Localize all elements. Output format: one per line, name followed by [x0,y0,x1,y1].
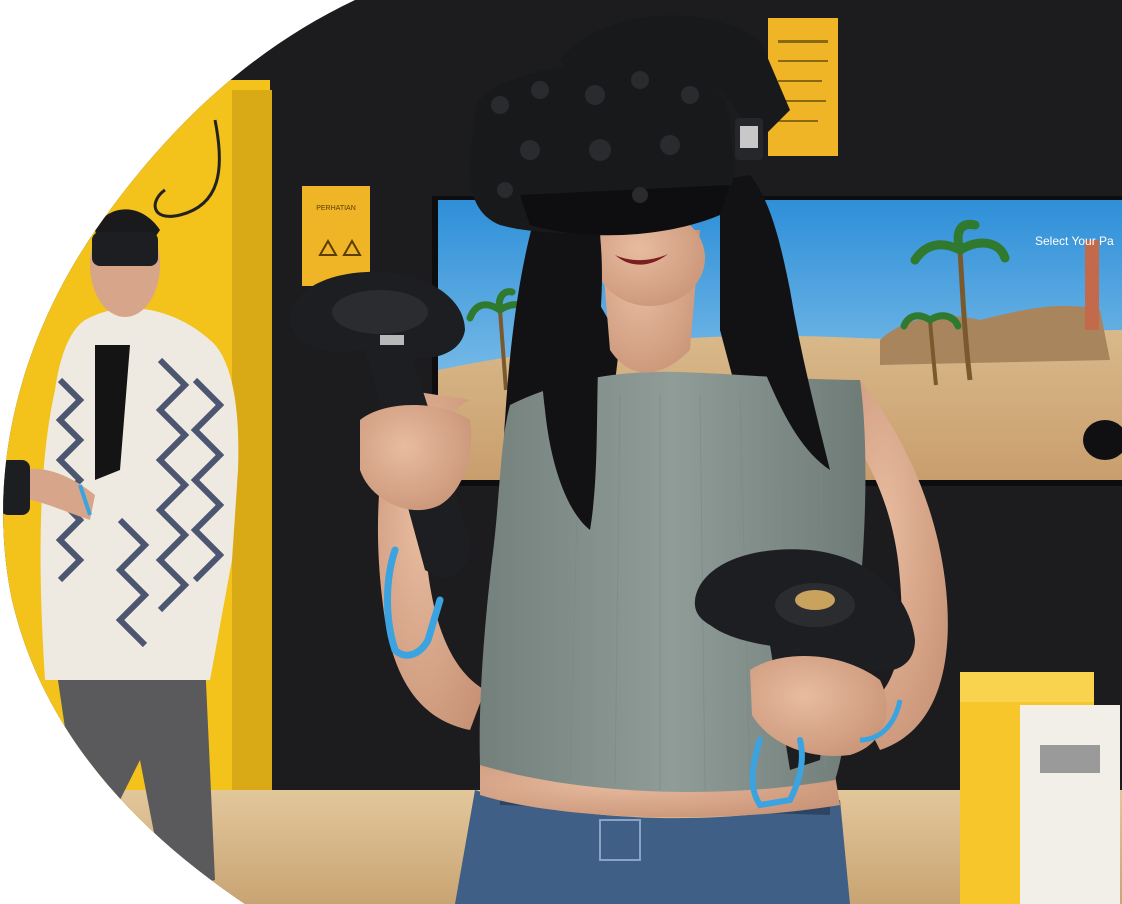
warning-sign: PERHATIAN [302,186,370,286]
vr-photo: PERHATIAN Select Your Pa [3,0,1122,904]
photo-stage: PERHATIAN Select Your Pa [0,0,1122,904]
photo-content: PERHATIAN Select Your Pa [3,0,1122,904]
warning-sign-heading: PERHATIAN [316,205,356,212]
photo-frame: PERHATIAN Select Your Pa [0,0,1122,904]
yellow-cabinet [960,672,1120,904]
tv-screen-text: Select Your Pa [1035,234,1114,248]
